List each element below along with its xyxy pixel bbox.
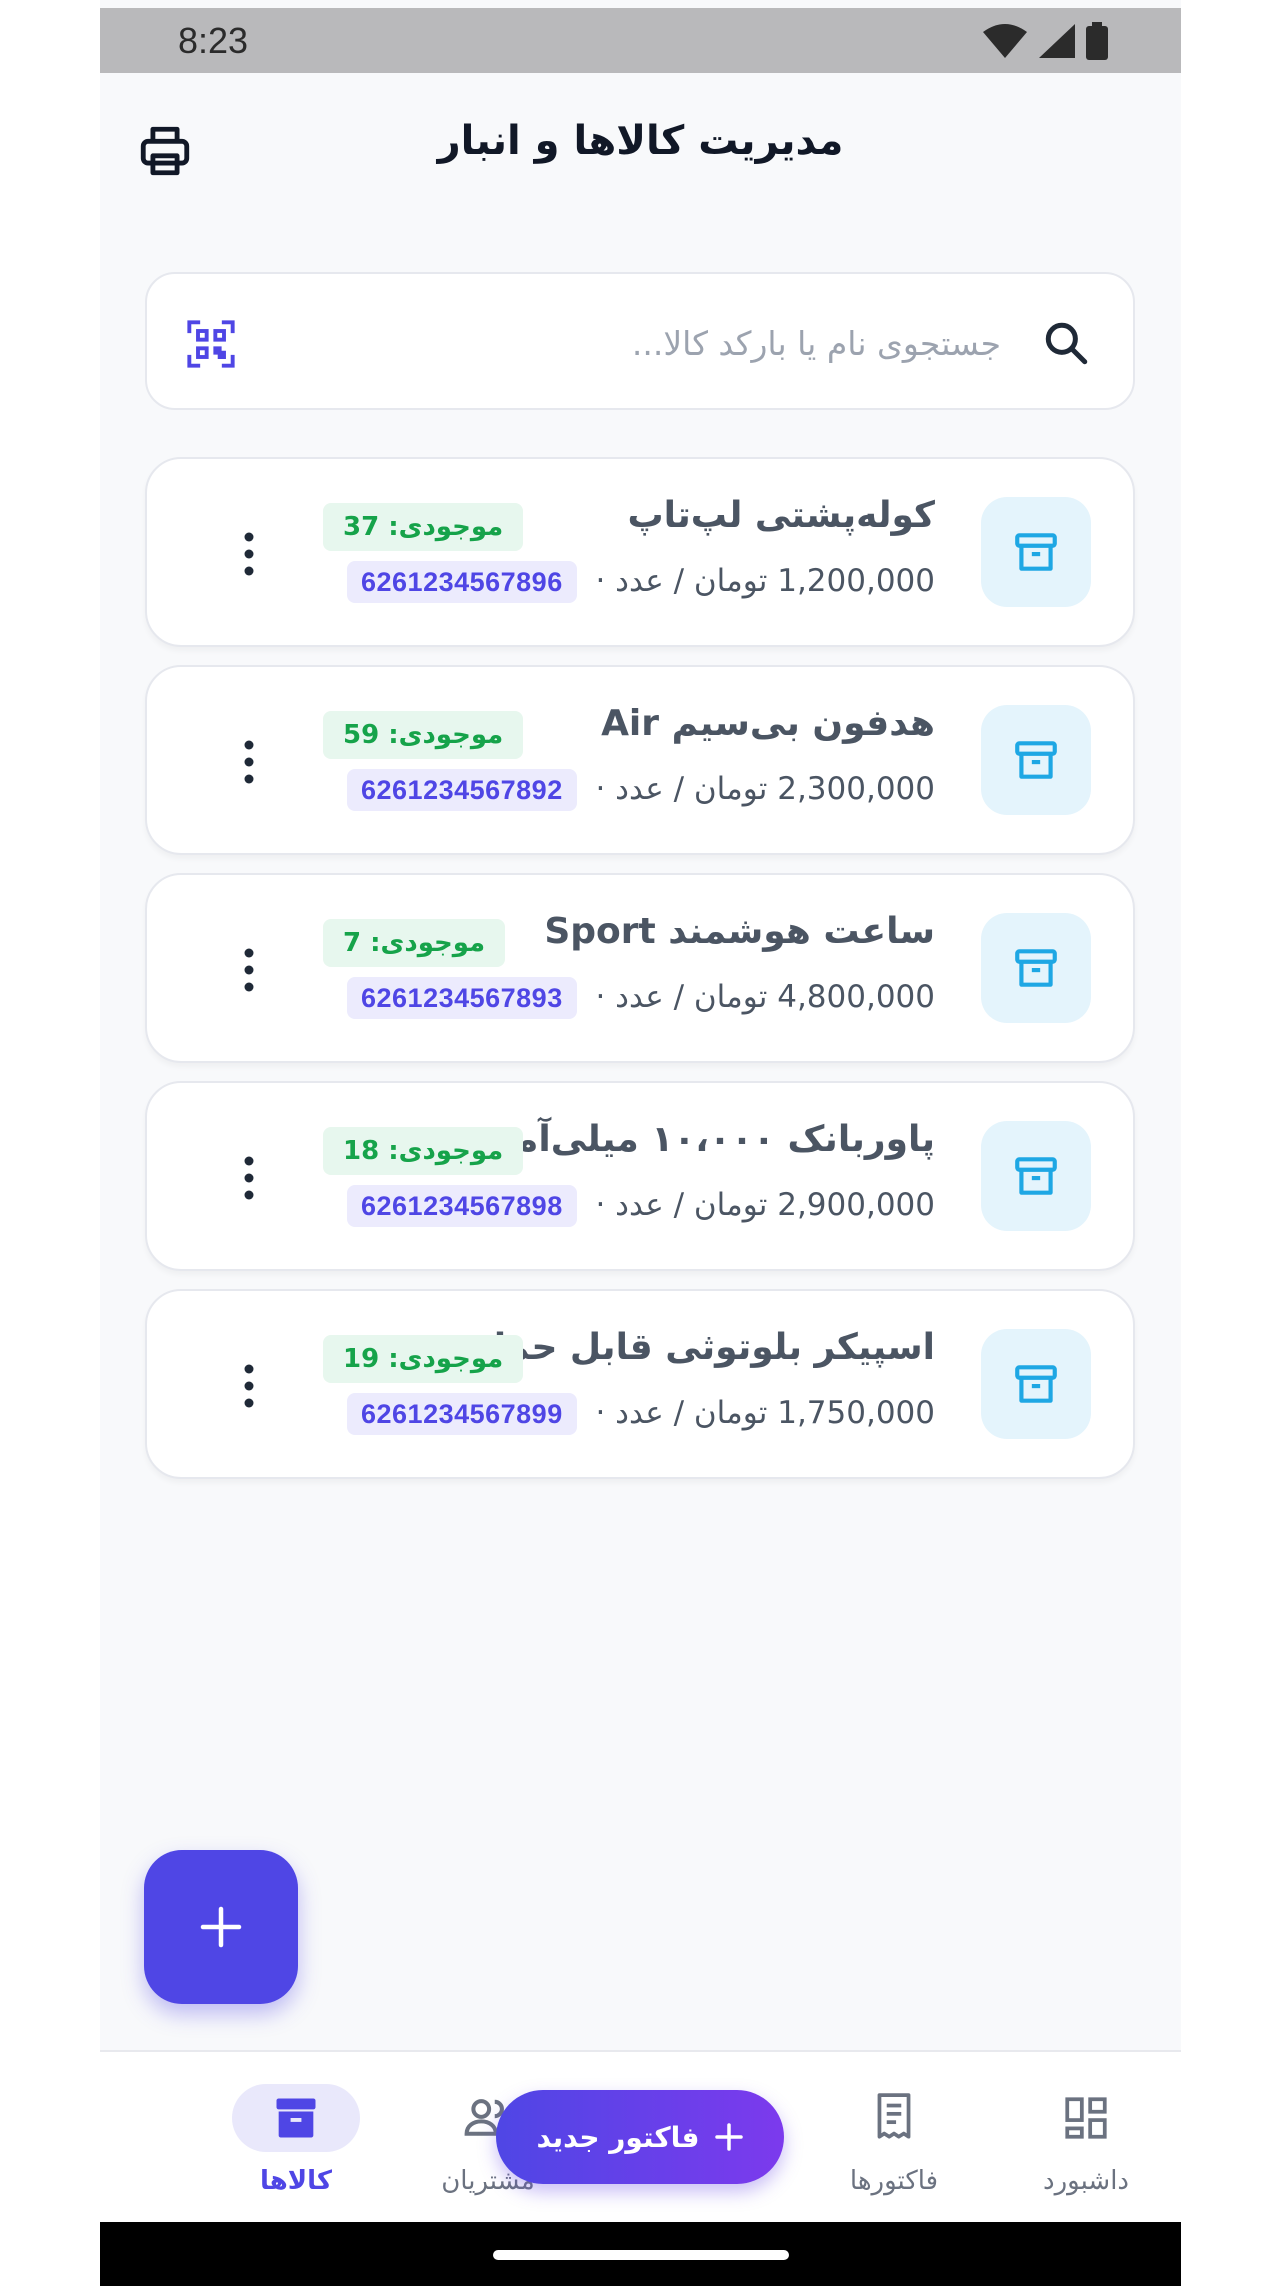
search-bar [145,272,1135,410]
page-title: مدیریت کالاها و انبار [437,118,844,164]
bottom-navigation: کالاها مشتریان فاکتور جدید فاکتورها داشب… [100,2050,1181,2224]
product-thumb [981,497,1091,607]
product-price: 2,900,000 تومان / عدد · [595,1187,935,1223]
product-thumb [981,1329,1091,1439]
new-invoice-label: فاکتور جدید [536,2120,700,2154]
barcode-badge: 6261234567893 [347,977,577,1019]
nav-item-invoices-icon-wrap [830,2084,958,2152]
signal-icon [1039,24,1075,58]
product-name: ساعت هوشمند Sport [544,911,935,952]
nav-item-invoices[interactable]: فاکتورها [814,2052,974,2224]
stock-badge: موجودی: 18 [323,1127,524,1175]
product-name: هدفون بی‌سیم Air [601,703,935,744]
archive-box-icon [1015,533,1057,571]
barcode-badge: 6261234567896 [347,561,577,603]
battery-icon [1086,22,1108,60]
stock-badge: موجودی: 59 [323,711,524,759]
archive-box-icon [1015,1157,1057,1195]
search-icon[interactable] [1041,318,1091,368]
archive-box-icon [1015,741,1057,779]
product-name: پاوربانک ۱۰،۰۰۰ میلی‌آمپر [479,1119,935,1160]
nav-item-dashboard[interactable]: داشبورد [1006,2052,1166,2224]
product-name: اسپیکر بلوتوثی قابل حمل [475,1327,935,1368]
product-card[interactable]: هدفون بی‌سیم Air موجودی: 59 2,300,000 تو… [145,665,1135,855]
product-thumb [981,705,1091,815]
more-vertical-icon[interactable] [241,1153,257,1203]
product-thumb [981,913,1091,1023]
status-bar: 8:23 [100,8,1181,73]
product-card[interactable]: ساعت هوشمند Sport موجودی: 7 4,800,000 تو… [145,873,1135,1063]
product-name: کوله‌پشتی لپ‌تاپ [627,495,936,536]
status-icons [983,22,1109,60]
product-price: 1,750,000 تومان / عدد · [595,1395,935,1431]
more-vertical-icon[interactable] [241,945,257,995]
home-handle[interactable] [493,2250,789,2260]
product-price: 4,800,000 تومان / عدد · [595,979,935,1015]
product-price: 2,300,000 تومان / عدد · [595,771,935,807]
nav-label-products: کالاها [259,2166,333,2196]
plus-icon [714,2123,743,2151]
app-screen: 8:23 مدیریت کالاها و انبار جستجوی نام یا… [100,0,1181,2286]
more-vertical-icon[interactable] [241,737,257,787]
dashboard-icon [1065,2097,1107,2139]
nav-item-dashboard-icon-wrap [1022,2084,1150,2152]
wifi-icon [983,24,1027,58]
add-product-button[interactable] [144,1850,298,2004]
print-button[interactable] [136,122,194,180]
stock-badge: موجودی: 37 [323,503,524,551]
product-card[interactable]: پاوربانک ۱۰،۰۰۰ میلی‌آمپر موجودی: 18 2,9… [145,1081,1135,1271]
nav-item-products[interactable]: کالاها [216,2052,376,2224]
nav-item-products-pill [232,2084,360,2152]
status-time: 8:23 [178,20,249,61]
product-card[interactable]: اسپیکر بلوتوثی قابل حمل موجودی: 19 1,750… [145,1289,1135,1479]
barcode-badge: 6261234567898 [347,1185,577,1227]
more-vertical-icon[interactable] [241,1361,257,1411]
archive-box-icon [276,2098,316,2138]
plus-icon [200,1906,242,1948]
barcode-badge: 6261234567899 [347,1393,577,1435]
product-price: 1,200,000 تومان / عدد · [595,563,935,599]
product-card[interactable]: کوله‌پشتی لپ‌تاپ موجودی: 37 1,200,000 تو… [145,457,1135,647]
barcode-badge: 6261234567892 [347,769,577,811]
archive-box-icon [1015,949,1057,987]
new-invoice-button[interactable]: فاکتور جدید [496,2090,784,2184]
more-vertical-icon[interactable] [241,529,257,579]
nav-label-dashboard: داشبورد [1043,2166,1129,2196]
stock-badge: موجودی: 19 [323,1335,524,1383]
printer-icon [140,126,190,176]
stock-badge: موجودی: 7 [323,919,506,967]
search-input[interactable] [399,304,1003,382]
archive-box-icon [1015,1365,1057,1403]
qr-code-icon[interactable] [185,318,237,370]
product-thumb [981,1121,1091,1231]
system-gesture-bar [100,2222,1181,2286]
nav-label-invoices: فاکتورها [849,2166,939,2196]
receipt-icon [877,2093,911,2139]
